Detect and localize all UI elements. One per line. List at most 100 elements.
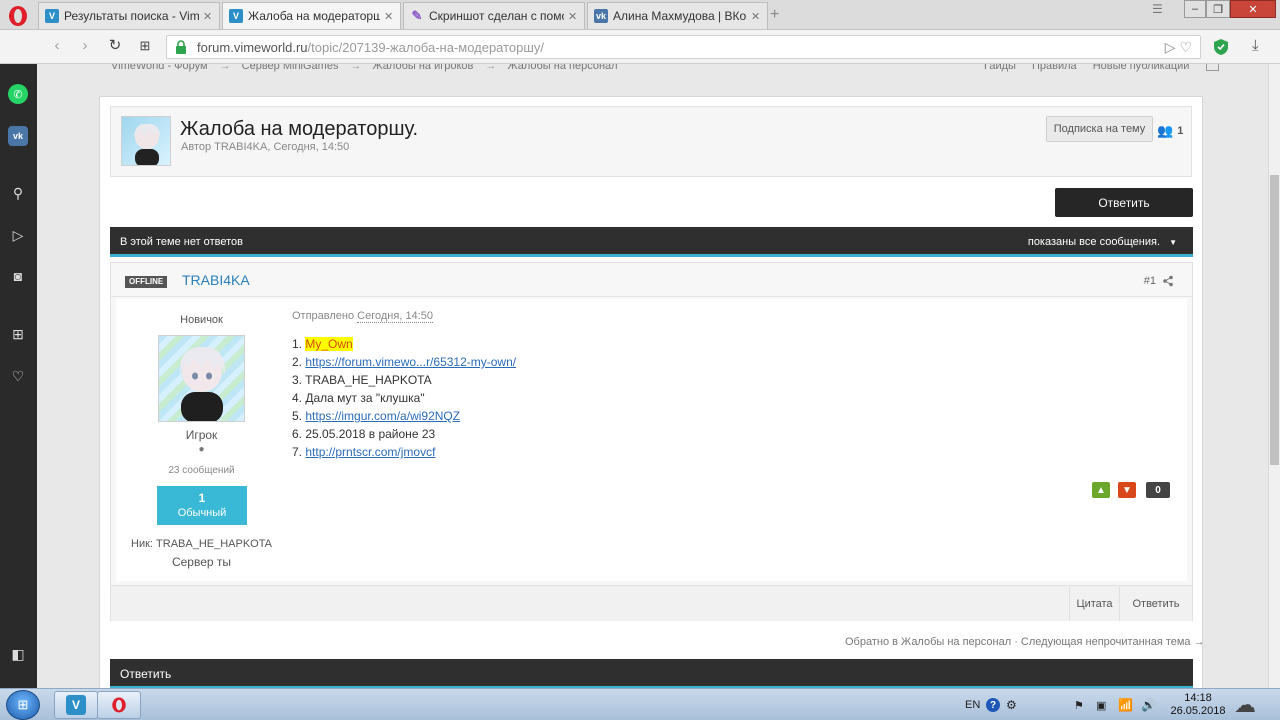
- search-icon[interactable]: ⚲: [8, 183, 28, 203]
- send-and-bookmark-icons[interactable]: ▷ ♡: [1165, 39, 1192, 56]
- tab-menu-icon[interactable]: ☰: [1152, 2, 1163, 16]
- vpn-shield-icon[interactable]: [1213, 38, 1229, 56]
- minimize-button[interactable]: –: [1184, 0, 1206, 18]
- vote-count: 0: [1146, 482, 1170, 498]
- anime-avatar-icon: [179, 346, 226, 421]
- posts-count: 23 сообщений: [168, 465, 235, 476]
- tray-settings-icon[interactable]: ⚙: [1006, 689, 1017, 720]
- browser-tab-strip: V Результаты поиска - Vime ✕ V Жалоба на…: [0, 0, 1280, 30]
- opera-logo-icon[interactable]: [6, 4, 30, 28]
- breadcrumb-item[interactable]: Сервер MiniGames: [242, 64, 339, 72]
- topic-author-avatar[interactable]: [121, 116, 171, 166]
- post-number-label: #1: [1143, 275, 1156, 287]
- cloud-icon[interactable]: ☁: [1234, 693, 1264, 717]
- top-links: Гайды Правила Новые публикации: [984, 64, 1232, 72]
- reputation-value: 1: [198, 491, 206, 505]
- volume-icon[interactable]: 🔊: [1141, 689, 1156, 720]
- forum-link[interactable]: https://forum.vimewo...r/65312-my-own/: [305, 355, 516, 369]
- post-number[interactable]: #1: [1144, 275, 1174, 287]
- reply-bar-label: Ответить: [120, 667, 172, 681]
- taskbar-app-vimeworld[interactable]: V: [54, 691, 98, 719]
- help-icon[interactable]: ?: [986, 689, 1000, 720]
- rss-icon[interactable]: [1205, 64, 1219, 72]
- vk-favicon-icon: vk: [594, 9, 608, 23]
- show-messages-dropdown[interactable]: показаны все сообщения. ▼: [1028, 236, 1177, 248]
- tab-close-icon[interactable]: ✕: [203, 10, 213, 23]
- followers-count[interactable]: 👥 1: [1157, 123, 1183, 139]
- maximize-button[interactable]: ❐: [1206, 0, 1230, 18]
- tray-flag-icon[interactable]: ⚑: [1074, 689, 1084, 720]
- tab-title: Результаты поиска - Vime: [64, 9, 199, 23]
- back-arrow-icon[interactable]: ‹: [48, 37, 66, 55]
- link-new-posts[interactable]: Новые публикации: [1093, 64, 1190, 72]
- post-content: 1. My_Own 2. https://forum.vimewo...r/65…: [292, 335, 516, 461]
- show-messages-label: показаны все сообщения.: [1027, 236, 1161, 248]
- vimeworld-favicon-icon: V: [229, 9, 243, 23]
- user-group: Игрок: [185, 428, 218, 442]
- follow-topic-button[interactable]: Подписка на тему: [1046, 116, 1153, 142]
- tab-close-icon[interactable]: ✕: [751, 10, 761, 23]
- post-actions: Цитата Ответить: [111, 585, 1192, 621]
- speed-dial-icon[interactable]: ⊞: [8, 324, 28, 344]
- vote-down-button[interactable]: ▼: [1118, 482, 1136, 498]
- tab-complaint[interactable]: V Жалоба на модераторшу ✕: [222, 2, 401, 29]
- topic-container: Жалоба на модераторшу. Автор TRABI4KA, С…: [99, 96, 1205, 688]
- camera-icon[interactable]: ◙: [8, 266, 28, 286]
- start-button[interactable]: ⊞: [6, 690, 40, 720]
- heart-icon[interactable]: ♡: [8, 366, 28, 386]
- taskbar-clock[interactable]: 14:18 26.05.2018: [1170, 692, 1226, 718]
- tab-search-results[interactable]: V Результаты поиска - Vime ✕: [38, 2, 220, 29]
- speed-dial-grid-icon[interactable]: ⊞: [136, 37, 154, 55]
- list-item: 3. TRABA_HE_HAPKOTA: [292, 373, 432, 387]
- link-rules[interactable]: Правила: [1032, 64, 1077, 72]
- quote-button[interactable]: Цитата: [1069, 587, 1119, 621]
- avatar[interactable]: [158, 335, 245, 422]
- tab-screenshot[interactable]: ✎ Скриншот сделан с помо ✕: [403, 2, 585, 29]
- reply-bar[interactable]: Ответить: [110, 659, 1193, 688]
- feather-favicon-icon: ✎: [411, 8, 423, 23]
- new-tab-plus-icon[interactable]: +: [770, 6, 779, 24]
- sidebar-toggle-icon[interactable]: ◧: [8, 644, 28, 664]
- share-icon[interactable]: [1162, 275, 1174, 287]
- breadcrumb-item[interactable]: VimeWorld - Форум: [111, 64, 208, 72]
- post-author-link[interactable]: TRABI4KA: [182, 272, 250, 288]
- scroll-thumb[interactable]: [1270, 175, 1279, 465]
- list-item: 6. 25.05.2018 в районе 23: [292, 427, 436, 441]
- url-bar[interactable]: forum.vimeworld.ru/topic/207139-жалоба-н…: [166, 35, 1201, 59]
- post: OFFLINE TRABI4KA #1 Новичок Игрок ● 23 с…: [110, 262, 1193, 621]
- download-icon[interactable]: ⤓: [1252, 37, 1259, 54]
- posted-date: Отправлено Сегодня, 14:50: [292, 310, 433, 323]
- whatsapp-icon[interactable]: ✆: [8, 84, 28, 104]
- posted-time[interactable]: Сегодня, 14:50: [357, 310, 433, 323]
- breadcrumb-item[interactable]: Жалобы на игроков: [373, 64, 474, 72]
- forward-arrow-icon[interactable]: ›: [76, 37, 94, 55]
- reload-icon[interactable]: ↻: [106, 37, 124, 55]
- breadcrumb-arrow-icon: →: [350, 64, 362, 72]
- breadcrumb-item[interactable]: Жалобы на персонал: [507, 64, 617, 72]
- topic-navigation-links[interactable]: Обратно в Жалобы на персонал · Следующая…: [845, 636, 1205, 648]
- send-icon[interactable]: ▷: [8, 225, 28, 245]
- network-signal-icon[interactable]: 📶: [1118, 689, 1133, 720]
- post-reply-button[interactable]: Ответить: [1119, 587, 1192, 621]
- group-dot-icon: ●: [198, 444, 205, 455]
- language-indicator[interactable]: EN: [965, 689, 980, 720]
- imgur-link[interactable]: https://imgur.com/a/wi92NQZ: [305, 409, 460, 423]
- tab-close-icon[interactable]: ✕: [568, 10, 578, 23]
- topic-info-bar: В этой теме нет ответов показаны все соо…: [110, 227, 1193, 257]
- tab-vk[interactable]: vk Алина Махмудова | ВКон ✕: [587, 2, 768, 29]
- tray-device-icon[interactable]: ▣: [1096, 689, 1106, 720]
- forum-page: VimeWorld - Форум → Сервер MiniGames → Жал…: [37, 64, 1268, 688]
- taskbar-app-opera[interactable]: [97, 691, 141, 719]
- link-guides[interactable]: Гайды: [984, 64, 1016, 72]
- vk-icon[interactable]: vk: [8, 126, 28, 146]
- list-item: 1. My_Own: [292, 337, 353, 351]
- reply-button[interactable]: Ответить: [1055, 188, 1193, 217]
- tab-close-icon[interactable]: ✕: [384, 10, 394, 23]
- users-icon: 👥: [1157, 123, 1174, 138]
- prntscr-link[interactable]: http://prntscr.com/jmovcf: [305, 445, 435, 459]
- nickname-field: Ник: TRABA_HE_HAPKOTA: [131, 538, 272, 550]
- close-window-button[interactable]: ✕: [1230, 0, 1276, 18]
- post-header: OFFLINE TRABI4KA #1: [111, 263, 1192, 297]
- vote-up-button[interactable]: ▲: [1092, 482, 1110, 498]
- address-toolbar: ‹ › ↻ ⊞ forum.vimeworld.ru/topic/207139-…: [0, 30, 1280, 64]
